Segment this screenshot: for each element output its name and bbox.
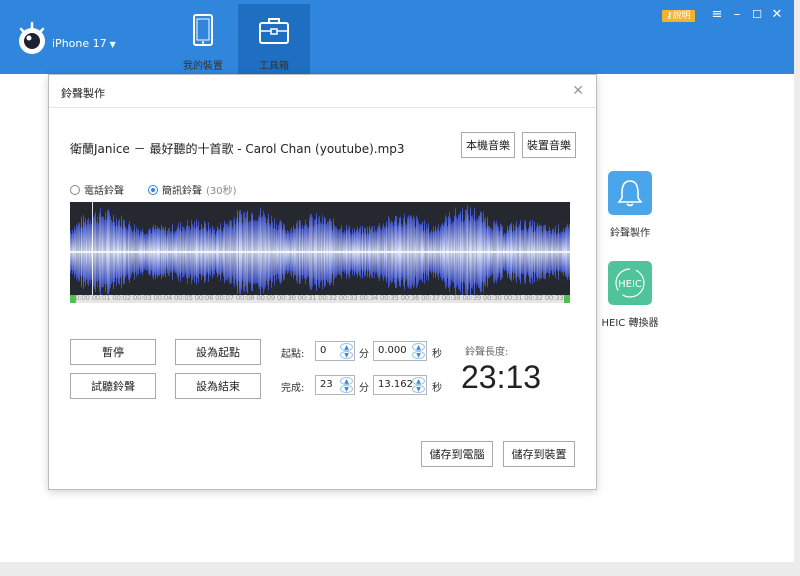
menu-icon[interactable]: ≡ bbox=[710, 8, 724, 22]
end-handle[interactable] bbox=[564, 295, 570, 303]
top-bar: iPhone 17 ▼ 我的裝置 工具箱 ⚷說明 ≡ – ☐ ✕ bbox=[0, 0, 794, 74]
timeline-ticks: 00:00 00:01 00:02 00:03 00:04 00:05 00:0… bbox=[71, 294, 569, 302]
radio-phone-ringtone[interactable]: 電話鈴聲 bbox=[70, 182, 124, 197]
radio-circle bbox=[70, 185, 80, 195]
device-selector[interactable]: iPhone 17 ▼ bbox=[52, 37, 116, 50]
end-minute-value: 23 bbox=[320, 379, 333, 390]
radio-circle-selected bbox=[148, 185, 158, 195]
tab-toolbox[interactable]: 工具箱 bbox=[238, 4, 310, 74]
ringtone-length-label: 鈴聲長度: bbox=[465, 347, 509, 358]
increment-icon[interactable]: ▲ bbox=[412, 343, 425, 351]
device-music-button[interactable]: 裝置音樂 bbox=[522, 132, 576, 158]
key-icon: ⚷ bbox=[666, 11, 673, 21]
local-music-button[interactable]: 本機音樂 bbox=[461, 132, 515, 158]
close-icon[interactable]: ✕ bbox=[770, 8, 784, 22]
decrement-icon[interactable]: ▼ bbox=[340, 385, 353, 393]
dialog-title: 鈴聲製作 bbox=[61, 87, 105, 100]
end-label: 完成: bbox=[281, 383, 305, 394]
end-second-value: 13.162 bbox=[378, 379, 413, 390]
bell-icon bbox=[608, 171, 652, 215]
tool-heic-converter[interactable]: HEIC HEIC 轉換器 bbox=[594, 261, 666, 329]
increment-icon[interactable]: ▲ bbox=[412, 377, 425, 385]
preview-ringtone-button[interactable]: 試聽鈴聲 bbox=[70, 373, 156, 399]
caret-down-icon: ▼ bbox=[109, 40, 116, 49]
radio-message-label: 簡訊鈴聲 bbox=[162, 186, 202, 197]
app-window: iPhone 17 ▼ 我的裝置 工具箱 ⚷說明 ≡ – ☐ ✕ 鈴聲製作 HE… bbox=[0, 0, 794, 562]
tool-ringtone-label: 鈴聲製作 bbox=[610, 228, 650, 239]
playhead[interactable] bbox=[92, 202, 93, 302]
waveform[interactable] bbox=[70, 202, 570, 302]
app-logo-icon bbox=[19, 21, 45, 54]
start-minute-value: 0 bbox=[320, 345, 327, 356]
maximize-icon[interactable]: ☐ bbox=[750, 8, 764, 22]
end-second-stepper[interactable]: 13.162 ▲ ▼ bbox=[373, 375, 427, 395]
increment-icon[interactable]: ▲ bbox=[340, 377, 353, 385]
tool-heic-label: HEIC 轉換器 bbox=[601, 318, 659, 329]
tab-toolbox-label: 工具箱 bbox=[259, 61, 289, 72]
start-second-value: 0.000 bbox=[378, 345, 407, 356]
set-end-button[interactable]: 設為結束 bbox=[175, 373, 261, 399]
radio-phone-label: 電話鈴聲 bbox=[84, 186, 124, 197]
device-name-label: iPhone 17 bbox=[52, 37, 107, 50]
tablet-icon bbox=[193, 14, 213, 46]
dialog-divider bbox=[49, 107, 596, 108]
save-to-pc-button[interactable]: 儲存到電腦 bbox=[421, 441, 493, 467]
decrement-icon[interactable]: ▼ bbox=[412, 385, 425, 393]
save-to-device-button[interactable]: 儲存到裝置 bbox=[503, 441, 575, 467]
second-unit: 秒 bbox=[432, 349, 442, 360]
start-handle[interactable] bbox=[70, 295, 76, 303]
minute-unit: 分 bbox=[359, 349, 369, 360]
minimize-icon[interactable]: – bbox=[730, 8, 744, 22]
increment-icon[interactable]: ▲ bbox=[340, 343, 353, 351]
decrement-icon[interactable]: ▼ bbox=[412, 351, 425, 359]
set-start-button[interactable]: 設為起點 bbox=[175, 339, 261, 365]
tool-ringtone-maker[interactable]: 鈴聲製作 bbox=[598, 171, 662, 239]
start-second-stepper[interactable]: 0.000 ▲ ▼ bbox=[373, 341, 427, 361]
dialog-close-icon[interactable]: ✕ bbox=[572, 83, 584, 99]
start-minute-stepper[interactable]: 0 ▲ ▼ bbox=[315, 341, 355, 361]
heic-tile-text: HEIC bbox=[618, 279, 642, 290]
tab-my-device-label: 我的裝置 bbox=[183, 61, 223, 72]
help-button[interactable]: ⚷說明 bbox=[662, 10, 695, 22]
help-label: 說明 bbox=[672, 11, 691, 21]
end-minute-stepper[interactable]: 23 ▲ ▼ bbox=[315, 375, 355, 395]
pause-button[interactable]: 暫停 bbox=[70, 339, 156, 365]
heic-icon: HEIC bbox=[608, 261, 652, 305]
decrement-icon[interactable]: ▼ bbox=[340, 351, 353, 359]
radio-message-ringtone[interactable]: 簡訊鈴聲 (30秒) bbox=[148, 182, 237, 197]
radio-message-note: (30秒) bbox=[206, 186, 237, 197]
second-unit: 秒 bbox=[432, 383, 442, 394]
song-title: 衛蘭Janice － 最好聽的十首歌 - Carol Chan (youtube… bbox=[70, 142, 405, 156]
ringtone-dialog: 鈴聲製作 ✕ 衛蘭Janice － 最好聽的十首歌 - Carol Chan (… bbox=[48, 74, 597, 490]
start-label: 起點: bbox=[281, 349, 305, 360]
minute-unit: 分 bbox=[359, 383, 369, 394]
ringtone-length-value: 23:13 bbox=[461, 359, 542, 395]
toolbox-icon bbox=[259, 18, 289, 44]
tab-my-device[interactable]: 我的裝置 bbox=[167, 4, 239, 74]
